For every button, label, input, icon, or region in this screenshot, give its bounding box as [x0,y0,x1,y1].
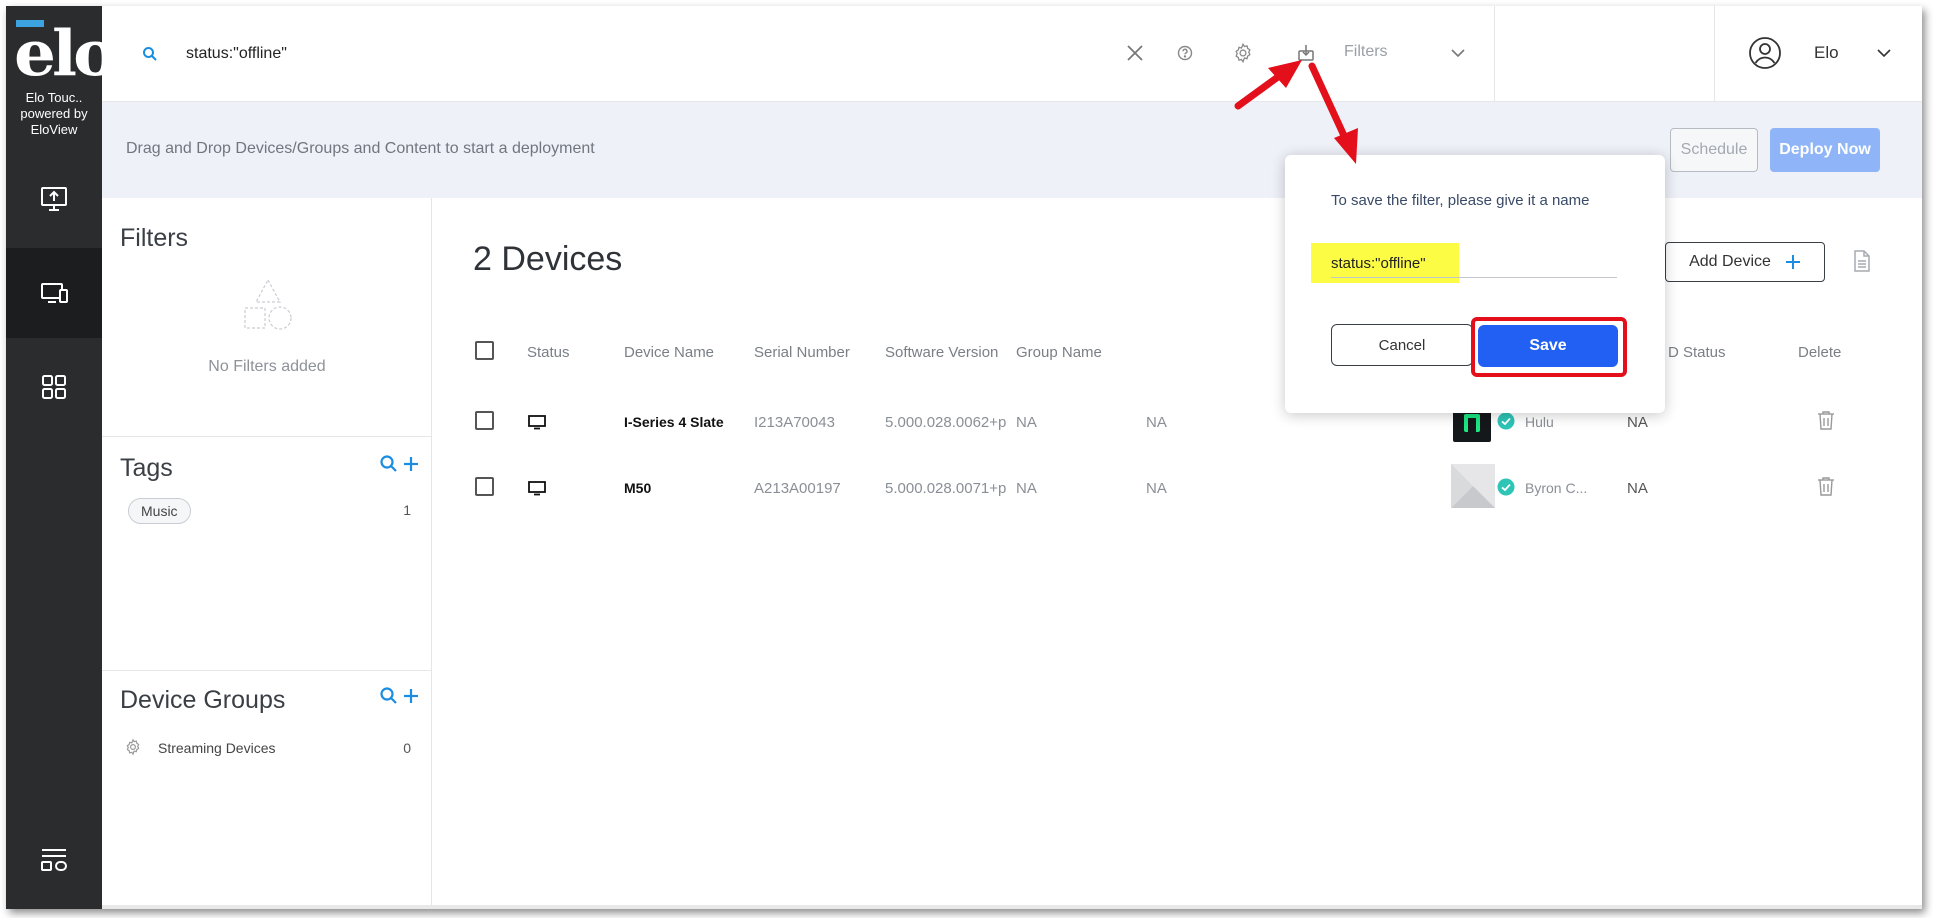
row-checkbox[interactable] [475,411,494,430]
trash-icon[interactable] [1817,410,1835,430]
monitor-icon [528,415,546,430]
grid-icon [42,375,66,399]
plus-icon [1785,255,1800,269]
cancel-button[interactable]: Cancel [1331,324,1473,366]
group-count: 0 [403,740,411,756]
device-name[interactable]: M50 [624,480,651,496]
groups-panel-title: Device Groups [120,686,286,714]
devices-title: 2 Devices [473,240,623,278]
group-gear-icon [126,738,140,756]
left-rail: elo Elo Touc.. powered by EloView [6,6,117,909]
col-serial-number[interactable]: Serial Number [754,344,850,361]
top-bar: Filters Elo [102,6,1922,102]
rail-settings-button[interactable] [6,824,102,894]
group-name: NA [1016,414,1037,431]
clear-search-icon[interactable] [1126,44,1144,62]
layout-list-icon [41,849,67,871]
user-avatar-icon[interactable] [1748,36,1782,70]
col-status[interactable]: Status [527,344,570,361]
popup-message: To save the filter, please give it a nam… [1331,192,1590,209]
add-device-label: Add Device [1689,253,1771,270]
deploy-now-button[interactable]: Deploy Now [1770,128,1880,172]
tag-count: 1 [403,502,411,518]
horizontal-scrollbar[interactable] [102,905,1922,909]
upload-screen-icon [41,187,67,211]
user-menu-chevron-icon[interactable] [1876,48,1892,58]
row-checkbox[interactable] [475,477,494,496]
divider [1494,6,1495,102]
group-name: NA [1016,480,1037,497]
gear-icon[interactable] [1232,42,1254,64]
monitor-icon [528,481,546,496]
brand-caption: Elo Touc.. powered by EloView [20,90,88,137]
col-d-status[interactable]: D Status [1668,344,1726,361]
app-window: elo Elo Touc.. powered by EloView status… [6,6,1922,909]
check-circle-icon [1497,478,1515,496]
add-device-button[interactable]: Add Device [1665,242,1825,282]
select-all-checkbox[interactable] [475,341,494,360]
devices-main: 2 Devices Add Device Status Device Name … [433,198,1922,909]
rail-apps-button[interactable] [6,342,102,432]
filters-dropdown-label[interactable]: Filters [1344,43,1388,61]
help-icon[interactable] [1176,44,1194,62]
banner-text: Drag and Drop Devices/Groups and Content… [126,140,595,157]
search-icon [143,47,157,61]
tags-actions [379,454,421,474]
col-delete: Delete [1798,344,1842,361]
divider [102,436,432,437]
serial-number: A213A00197 [754,480,841,497]
sidebar-panels: Filters No Filters added Tags Music 1 De… [102,198,432,909]
search-groups-icon[interactable] [379,686,399,706]
tag-chip[interactable]: Music [128,498,191,524]
col-software-version[interactable]: Software Version [885,344,998,361]
status-value: NA [1627,414,1648,431]
save-filter-icon[interactable] [1296,43,1316,63]
search-input[interactable] [186,40,1066,68]
save-filter-popup: To save the filter, please give it a nam… [1285,155,1665,413]
content-name: Byron C... [1525,480,1588,496]
no-filters-text: No Filters added [208,358,326,375]
col6-value: NA [1146,480,1167,497]
user-name[interactable]: Elo [1814,43,1839,63]
tags-panel-title: Tags [120,454,173,482]
elo-logo: elo [14,15,117,91]
filters-panel-title: Filters [120,224,189,252]
divider [1714,6,1715,102]
check-circle-icon [1497,412,1515,430]
filter-name-input[interactable] [1331,250,1617,278]
add-group-icon[interactable] [401,686,421,706]
save-button[interactable]: Save [1478,325,1618,367]
col-device-name[interactable]: Device Name [624,344,714,361]
col6-value: NA [1146,414,1167,431]
software-version: 5.000.028.0062+p [885,414,1007,431]
empty-shapes-icon [244,278,292,330]
document-export-icon[interactable] [1853,250,1871,272]
divider [102,670,432,671]
devices-icon [41,283,68,303]
device-name[interactable]: I-Series 4 Slate [624,414,724,430]
schedule-button[interactable]: Schedule [1670,128,1758,172]
status-value: NA [1627,480,1648,497]
groups-actions [379,686,421,706]
add-tag-icon[interactable] [401,454,421,474]
rail-deploy-button[interactable] [6,154,102,244]
group-item-label[interactable]: Streaming Devices [158,740,276,756]
trash-icon[interactable] [1817,476,1835,496]
content-thumbnail [1451,464,1495,508]
col-group-name[interactable]: Group Name [1016,344,1102,361]
chevron-down-icon[interactable] [1450,48,1466,58]
serial-number: I213A70043 [754,414,835,431]
rail-devices-button[interactable] [6,248,102,338]
search-tags-icon[interactable] [379,454,399,474]
content-name: Hulu [1525,414,1554,430]
software-version: 5.000.028.0071+p [885,480,1007,497]
